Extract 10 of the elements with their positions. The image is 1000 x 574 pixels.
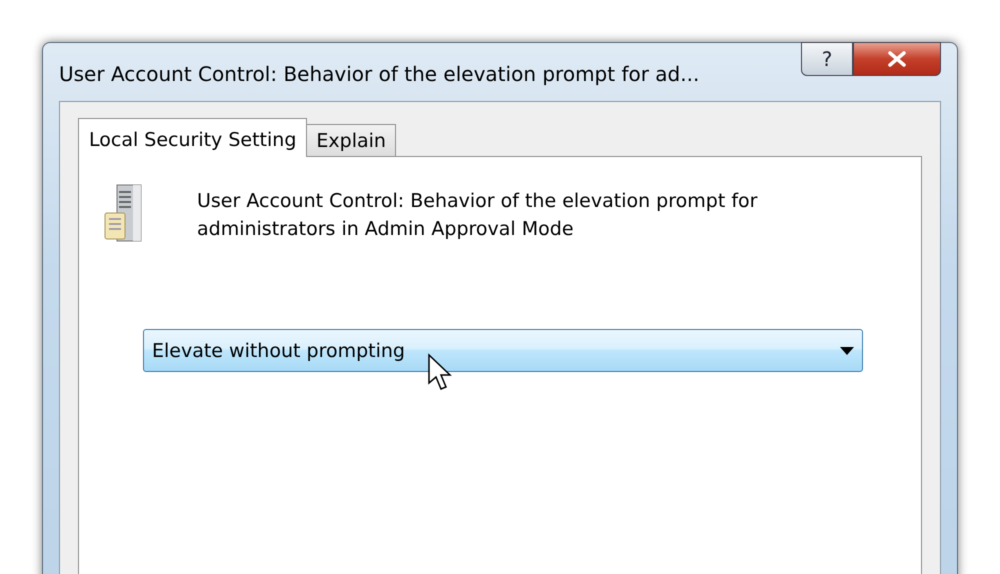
help-button[interactable]: ? xyxy=(801,42,853,76)
dropdown[interactable]: Elevate without prompting xyxy=(143,329,863,372)
tab[interactable]: Local Security Setting xyxy=(78,118,308,157)
close-button[interactable] xyxy=(853,42,941,76)
tab[interactable]: Explain xyxy=(306,124,396,157)
window-title: User Account Control: Behavior of the elevation prompt for ad... xyxy=(59,62,700,86)
close-icon xyxy=(887,51,907,67)
mouse-pointer-icon xyxy=(427,353,453,391)
policy-description: User Account Control: Behavior of the elevation prompt for administrators in Admin Approval Mode xyxy=(197,189,758,242)
dropdown-arrow-icon xyxy=(840,346,854,354)
